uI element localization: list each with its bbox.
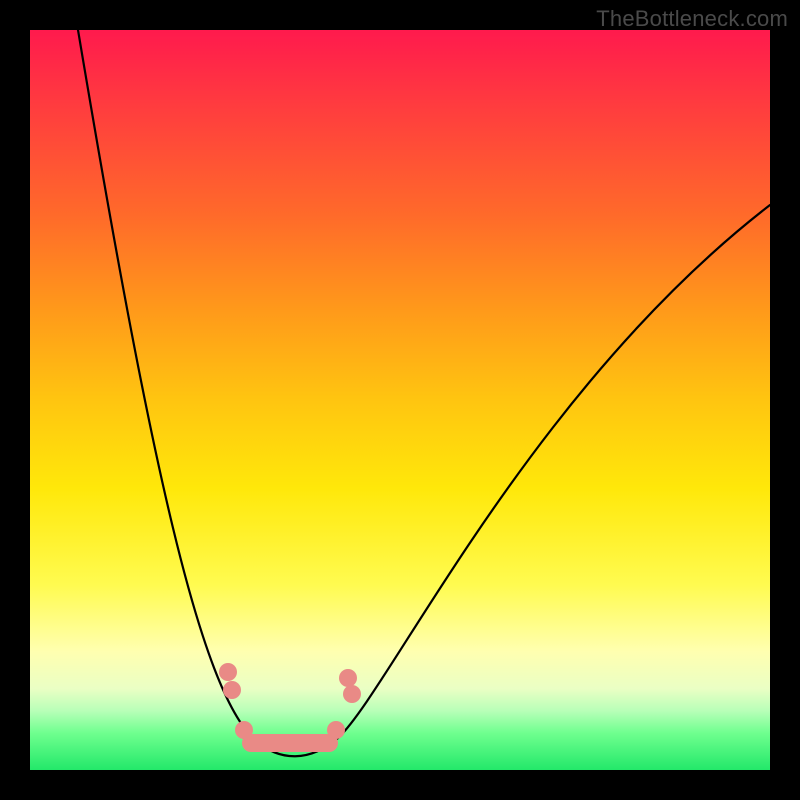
marker-dot (339, 669, 357, 687)
bottleneck-curve (78, 30, 770, 756)
chart-frame: TheBottleneck.com (0, 0, 800, 800)
marker-group (219, 663, 361, 752)
marker-dot (223, 681, 241, 699)
marker-dot (327, 721, 345, 739)
curve-layer (30, 30, 770, 770)
watermark-text: TheBottleneck.com (596, 6, 788, 32)
marker-pill (242, 734, 338, 752)
marker-dot (219, 663, 237, 681)
marker-dot (343, 685, 361, 703)
plot-area (30, 30, 770, 770)
marker-dot (235, 721, 253, 739)
